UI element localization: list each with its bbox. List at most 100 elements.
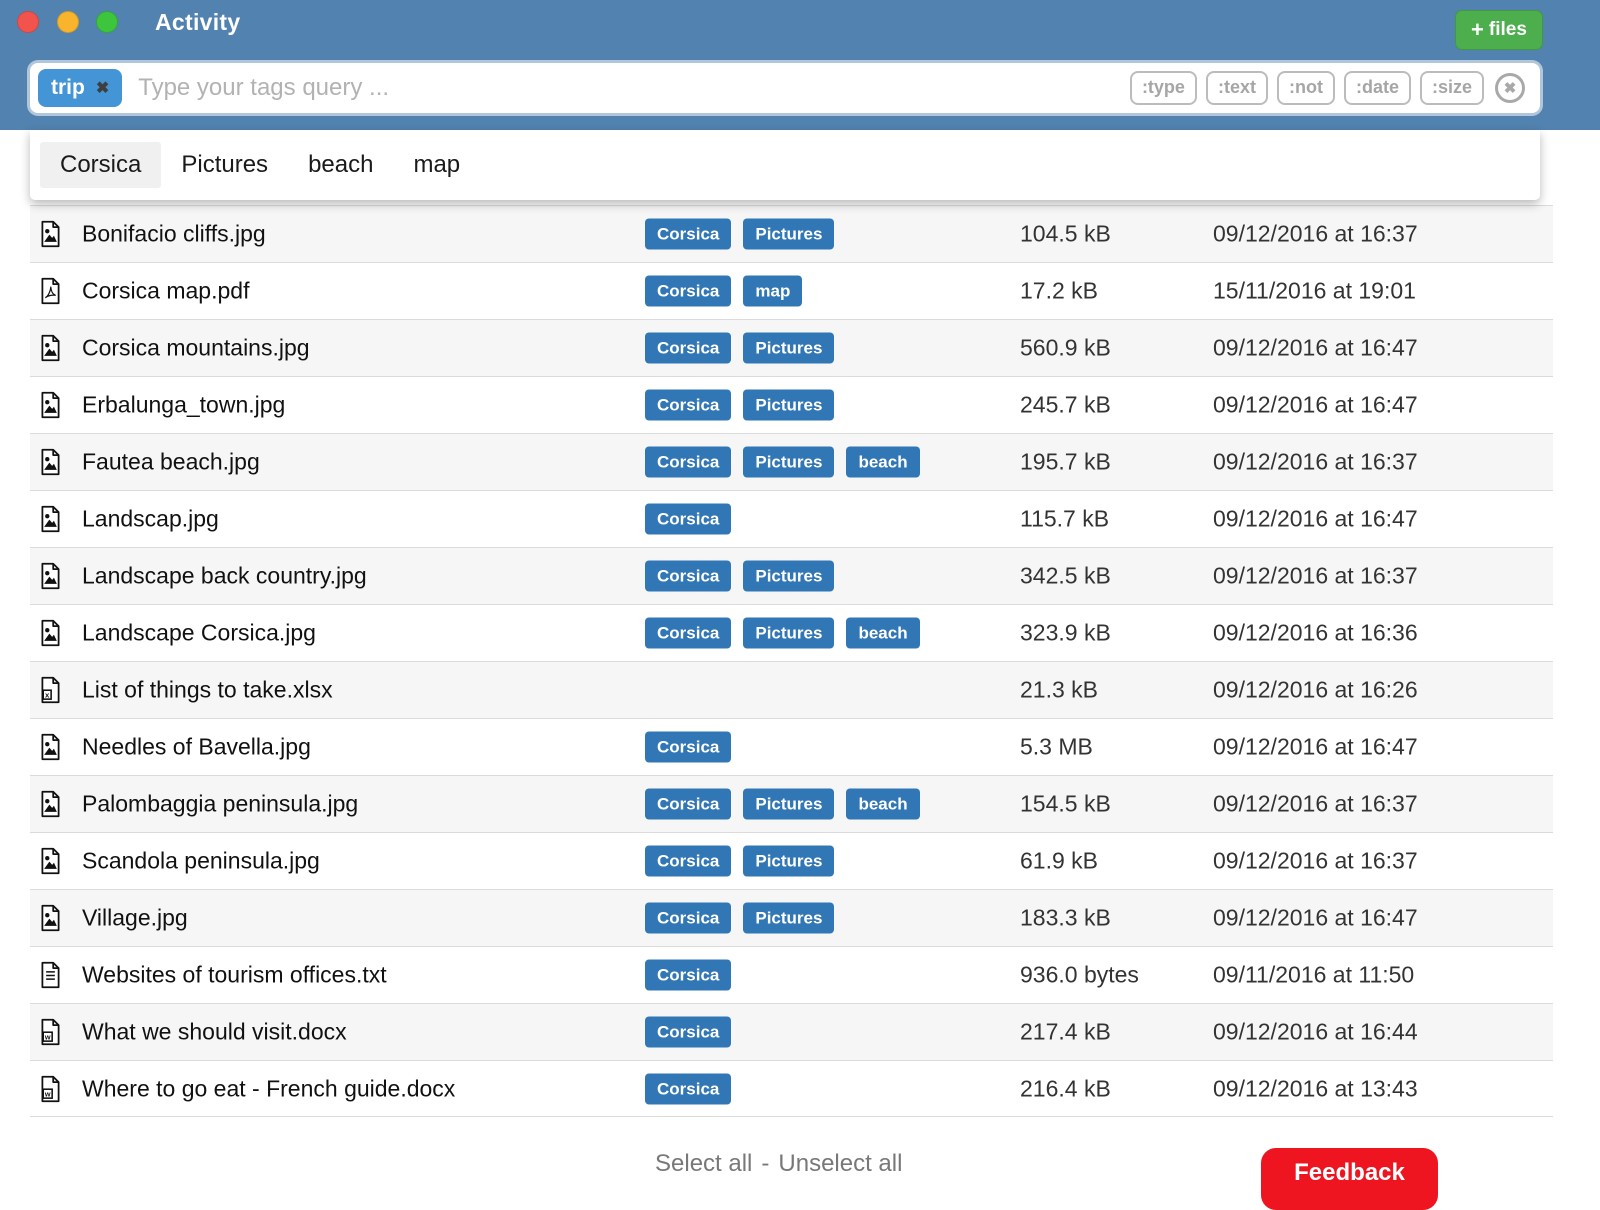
excel-file-icon: x [40, 677, 61, 704]
tag-suggestions-dropdown: CorsicaPicturesbeachmap [30, 130, 1540, 200]
tag-pill-corsica[interactable]: Corsica [645, 504, 731, 535]
table-row[interactable]: Landscap.jpg Corsica 115.7 kB 09/12/2016… [30, 490, 1553, 547]
add-files-button[interactable]: + files [1455, 10, 1543, 50]
file-size: 936.0 bytes [1020, 962, 1139, 989]
tag-pill-corsica[interactable]: Corsica [645, 333, 731, 364]
file-size: 104.5 kB [1020, 221, 1111, 248]
filter-button-type[interactable]: :type [1130, 71, 1197, 105]
tag-pill-pictures[interactable]: Pictures [743, 618, 834, 649]
search-chip-trip[interactable]: trip✖ [38, 69, 122, 107]
tag-pill-beach[interactable]: beach [846, 789, 919, 820]
image-file-icon [40, 449, 61, 476]
plus-icon: + [1471, 19, 1484, 41]
tag-pill-pictures[interactable]: Pictures [743, 447, 834, 478]
tag-pill-corsica[interactable]: Corsica [645, 732, 731, 763]
file-name: Fautea beach.jpg [82, 449, 260, 476]
table-row[interactable]: Landscape Corsica.jpg Corsica Pictures bea… [30, 604, 1553, 661]
tag-pill-pictures[interactable]: Pictures [743, 333, 834, 364]
suggestion-beach[interactable]: beach [288, 142, 393, 188]
page-title: Activity [155, 9, 240, 36]
tag-pill-corsica[interactable]: Corsica [645, 1073, 731, 1104]
suggestion-map[interactable]: map [393, 142, 480, 188]
file-date: 15/11/2016 at 19:01 [1213, 278, 1416, 305]
filter-button-text[interactable]: :text [1206, 71, 1268, 105]
file-tags: Corsica [645, 1073, 731, 1104]
image-file-icon [40, 392, 61, 419]
image-file-icon [40, 791, 61, 818]
file-tags: Corsica Pictures beach [645, 789, 920, 820]
file-size: 560.9 kB [1020, 335, 1111, 362]
file-list: Bonifacio cliffs.jpg Corsica Pictures 104… [30, 205, 1553, 1117]
file-date: 09/12/2016 at 16:47 [1213, 335, 1418, 362]
tag-pill-pictures[interactable]: Pictures [743, 219, 834, 250]
file-size: 217.4 kB [1020, 1019, 1111, 1046]
unselect-all-link[interactable]: Unselect all [778, 1150, 902, 1178]
minimize-window-button[interactable] [57, 11, 79, 33]
zoom-window-button[interactable] [96, 11, 118, 33]
word-file-icon: w [40, 1075, 61, 1102]
image-file-icon [40, 563, 61, 590]
tag-pill-map[interactable]: map [743, 276, 802, 307]
tag-pill-corsica[interactable]: Corsica [645, 618, 731, 649]
filter-button-date[interactable]: :date [1344, 71, 1411, 105]
table-row[interactable]: Corsica mountains.jpg CorsicaPictures 56… [30, 319, 1553, 376]
table-row[interactable]: Websites of tourism offices.txt Corsica … [30, 946, 1553, 1003]
tag-pill-corsica[interactable]: Corsica [645, 960, 731, 991]
tag-pill-corsica[interactable]: Corsica [645, 561, 731, 592]
table-row[interactable]: Scandola peninsula.jpg CorsicaPictures 6… [30, 832, 1553, 889]
tag-pill-pictures[interactable]: Pictures [743, 561, 834, 592]
file-name: Bonifacio cliffs.jpg [82, 221, 266, 248]
tag-pill-pictures[interactable]: Pictures [743, 846, 834, 877]
tag-pill-beach[interactable]: beach [846, 447, 919, 478]
table-row[interactable]: Bonifacio cliffs.jpg Corsica Pictures 104… [30, 205, 1553, 262]
select-all-link[interactable]: Select all [655, 1150, 752, 1178]
table-row[interactable]: Needles of Bavella.jpg Corsica 5.3 MB 09… [30, 718, 1553, 775]
file-size: 342.5 kB [1020, 563, 1111, 590]
tag-pill-corsica[interactable]: Corsica [645, 846, 731, 877]
close-window-button[interactable] [17, 11, 39, 33]
file-size: 21.3 kB [1020, 677, 1098, 704]
table-row[interactable]: Erbalunga_town.jpg CorsicaPictures 245.7… [30, 376, 1553, 433]
file-tags: Corsica map [645, 276, 802, 307]
suggestion-pictures[interactable]: Pictures [161, 142, 288, 188]
filter-button-not[interactable]: :not [1277, 71, 1335, 105]
tag-pill-pictures[interactable]: Pictures [743, 903, 834, 934]
file-size: 5.3 MB [1020, 734, 1093, 761]
feedback-button[interactable]: Feedback [1261, 1148, 1438, 1210]
tag-pill-corsica[interactable]: Corsica [645, 219, 731, 250]
clear-search-icon[interactable]: ✖ [1495, 73, 1525, 103]
table-row[interactable]: w What we should visit.docx Corsica 217.… [30, 1003, 1553, 1060]
table-row[interactable]: Landscape back country.jpg Corsica Pictur… [30, 547, 1553, 604]
tag-pill-pictures[interactable]: Pictures [743, 390, 834, 421]
file-tags: Corsica Pictures [645, 561, 834, 592]
image-file-icon [40, 506, 61, 533]
file-size: 245.7 kB [1020, 392, 1111, 419]
suggestion-corsica[interactable]: Corsica [40, 142, 161, 188]
add-files-label: files [1489, 19, 1527, 41]
tag-pill-corsica[interactable]: Corsica [645, 447, 731, 478]
chip-remove-icon[interactable]: ✖ [96, 78, 109, 98]
table-row[interactable]: x List of things to take.xlsx 21.3 kB 09… [30, 661, 1553, 718]
table-row[interactable]: Palombaggia peninsula.jpg CorsicaPicture… [30, 775, 1553, 832]
tags-query-input[interactable] [136, 73, 1130, 103]
image-file-icon [40, 905, 61, 932]
filter-button-size[interactable]: :size [1420, 71, 1484, 105]
tag-pill-corsica[interactable]: Corsica [645, 276, 731, 307]
table-row[interactable]: w Where to go eat - French guide.docx Co… [30, 1060, 1553, 1117]
tag-pill-beach[interactable]: beach [846, 618, 919, 649]
file-name: Landscape back country.jpg [82, 563, 367, 590]
file-tags: Corsica [645, 504, 731, 535]
file-name: Landscape Corsica.jpg [82, 620, 316, 647]
file-tags: Corsica Pictures [645, 219, 834, 250]
tag-pill-corsica[interactable]: Corsica [645, 789, 731, 820]
table-row[interactable]: Corsica map.pdf Corsicamap 17.2 kB 15/11… [30, 262, 1553, 319]
tag-pill-corsica[interactable]: Corsica [645, 390, 731, 421]
table-row[interactable]: Fautea beach.jpg CorsicaPicturesbeach 19… [30, 433, 1553, 490]
tag-pill-corsica[interactable]: Corsica [645, 1017, 731, 1048]
tag-pill-corsica[interactable]: Corsica [645, 903, 731, 934]
file-date: 09/12/2016 at 16:47 [1213, 734, 1418, 761]
tag-pill-pictures[interactable]: Pictures [743, 789, 834, 820]
file-date: 09/12/2016 at 16:26 [1213, 677, 1418, 704]
table-row[interactable]: Village.jpg CorsicaPictures 183.3 kB 09/… [30, 889, 1553, 946]
svg-text:w: w [44, 1089, 51, 1098]
